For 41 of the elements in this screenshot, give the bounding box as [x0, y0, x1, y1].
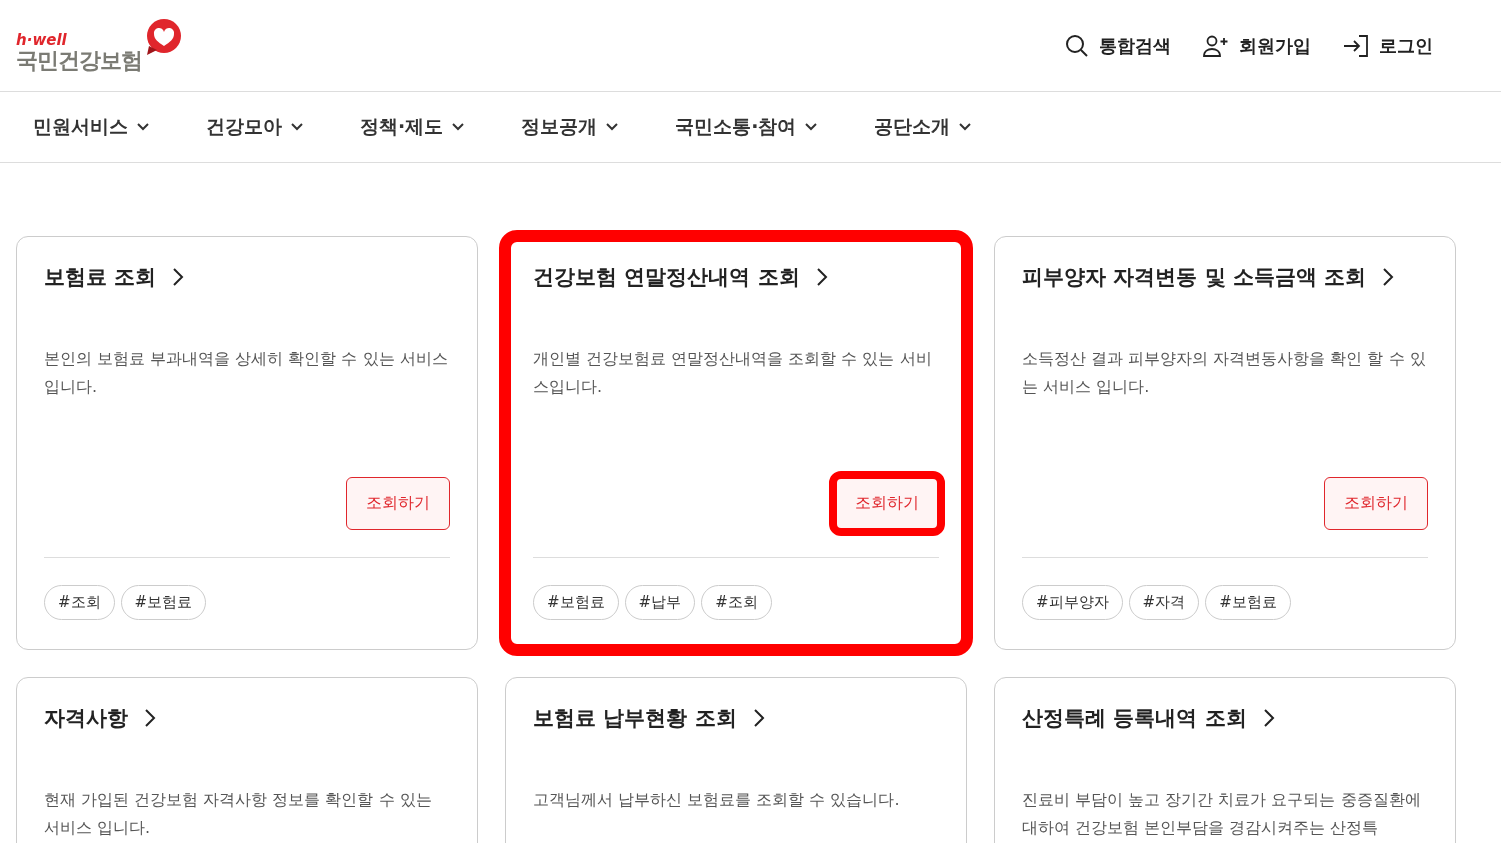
search-icon [1065, 33, 1089, 58]
chevron-down-icon [290, 122, 304, 132]
chevron-right-icon [1262, 708, 1275, 728]
chevron-right-icon [815, 267, 828, 287]
card-description: 소득정산 결과 피부양자의 자격변동사항을 확인 할 수 있는 서비스 입니다. [1022, 348, 1427, 398]
card-title-link[interactable]: 보험료 조회 [44, 263, 450, 291]
chevron-down-icon [605, 122, 620, 132]
heart-bubble-icon [144, 17, 182, 56]
join-link[interactable]: 회원가입 [1203, 33, 1311, 58]
card-title-link[interactable]: 자격사항 [44, 704, 450, 732]
nav-menu-item[interactable]: 국민소통·참여 [675, 114, 819, 140]
card-description: 개인별 건강보험료 연말정산내역을 조회할 수 있는 서비스입니다. [533, 348, 933, 398]
chevron-right-icon [172, 267, 185, 287]
chevron-down-icon [958, 122, 973, 132]
add-user-icon [1203, 34, 1229, 57]
chevron-down-icon [136, 122, 150, 132]
inquiry-button[interactable]: 조회하기 [346, 477, 450, 530]
card-title-link[interactable]: 보험료 납부현황 조회 [533, 704, 939, 732]
card-title-link[interactable]: 피부양자 자격변동 및 소득금액 조회 [1022, 263, 1428, 291]
login-icon [1343, 33, 1369, 58]
chevron-down-icon [451, 122, 466, 132]
login-link[interactable]: 로그인 [1343, 33, 1433, 58]
search-link[interactable]: 통합검색 [1065, 33, 1171, 58]
inquiry-button[interactable]: 조회하기 [1324, 477, 1428, 530]
nav-menu-item[interactable]: 정책·제도 [360, 114, 466, 140]
card-title-link[interactable]: 건강보험 연말정산내역 조회 [533, 263, 939, 291]
nav-menu-item[interactable]: 건강모아 [206, 114, 304, 140]
chevron-right-icon [1382, 267, 1395, 287]
logo-tagline: h·well [16, 32, 68, 48]
card-description: 진료비 부담이 높고 장기간 치료가 요구되는 중증질환에 대하여 건강보험 본인부담을 경감시켜주는 산정특 [1022, 789, 1422, 839]
chevron-right-icon [144, 708, 156, 728]
nav-menu-item[interactable]: 민원서비스 [33, 114, 150, 140]
card-description: 본인의 보험료 부과내역을 상세히 확인할 수 있는 서비스 입니다. [44, 348, 449, 398]
nav-menu-item[interactable]: 정보공개 [521, 114, 620, 140]
card-description: 고객님께서 납부하신 보험료를 조회할 수 있습니다. [533, 789, 901, 811]
nav-menu-item[interactable]: 공단소개 [874, 114, 973, 140]
chevron-down-icon [804, 122, 819, 132]
card-title-link[interactable]: 산정특례 등록내역 조회 [1022, 704, 1428, 732]
logo-name: 국민건강보험 [16, 47, 142, 74]
card-description: 현재 가입된 건강보험 자격사항 정보를 확인할 수 있는 서비스 입니다. [44, 789, 433, 839]
chevron-right-icon [752, 708, 765, 728]
